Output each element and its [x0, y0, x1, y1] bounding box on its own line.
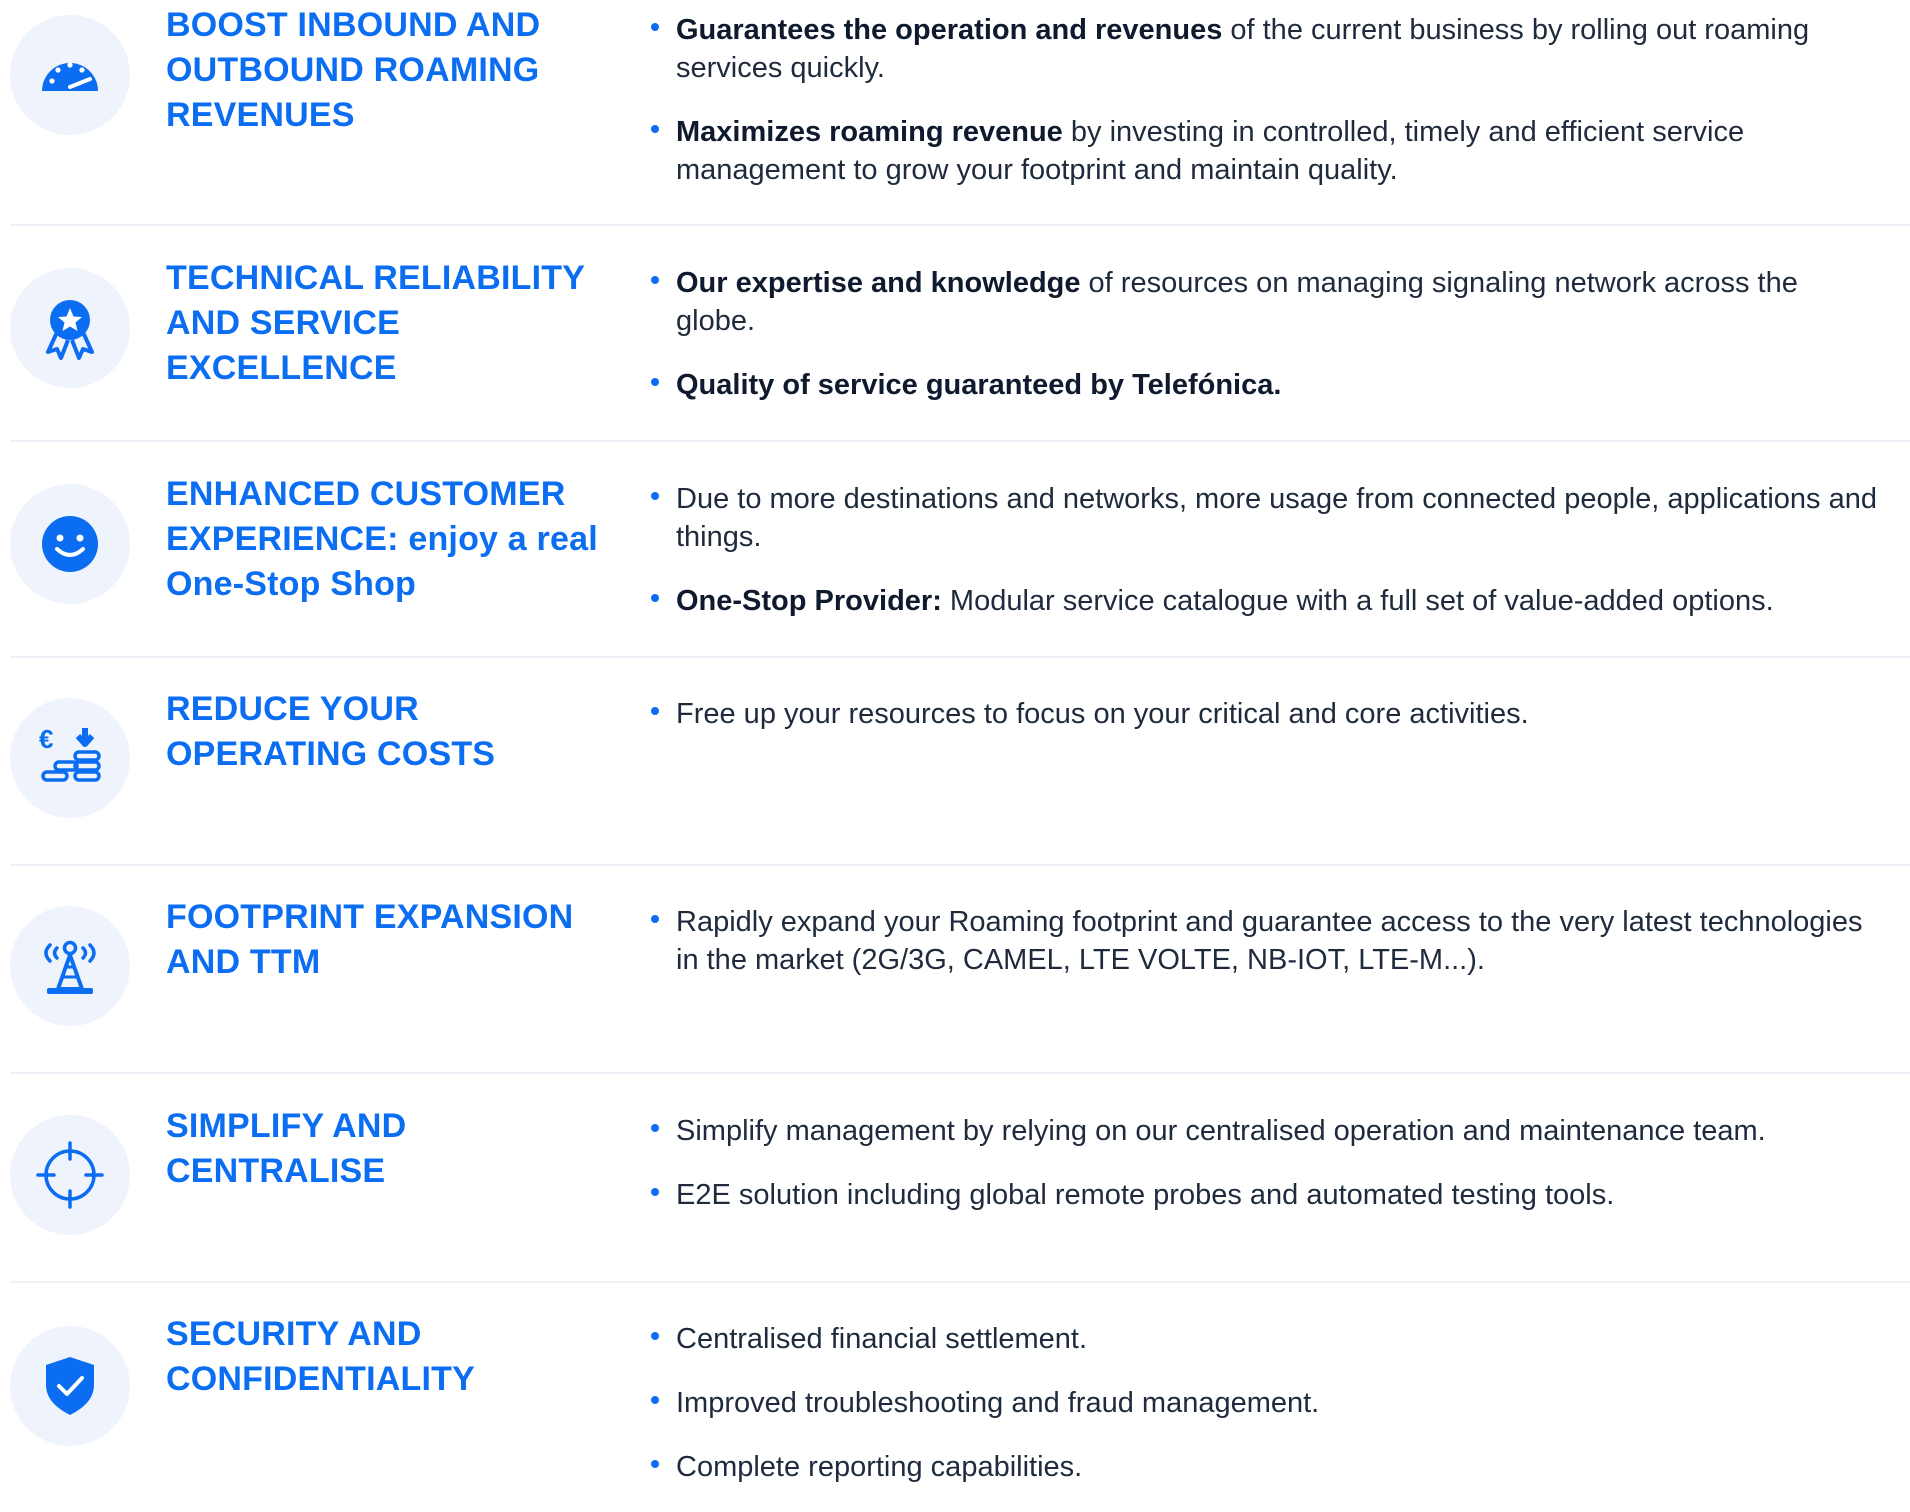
divider	[10, 864, 1910, 866]
list-item: Free up your resources to focus on your …	[650, 695, 1880, 733]
benefit-points: Simplify management by relying on our ce…	[650, 1112, 1880, 1240]
list-item: E2E solution including global remote pro…	[650, 1176, 1880, 1214]
euro-coins-down-icon: €	[10, 698, 130, 818]
list-item: Rapidly expand your Roaming footprint an…	[650, 903, 1880, 979]
benefit-title: BOOST INBOUND AND OUTBOUND ROAMING REVEN…	[166, 6, 541, 134]
crosshair-target-icon	[10, 1115, 130, 1235]
benefit-points: Free up your resources to focus on your …	[650, 695, 1880, 759]
list-item: Complete reporting capabilities.	[650, 1448, 1880, 1486]
benefit-title: SECURITY AND CONFIDENTIALITY	[166, 1315, 475, 1398]
benefit-points: Our expertise and knowledge of resources…	[650, 264, 1880, 430]
antenna-tower-icon	[10, 906, 130, 1026]
svg-text:€: €	[39, 726, 53, 754]
divider	[10, 440, 1910, 442]
benefit-points: Guarantees the operation and revenues of…	[650, 11, 1880, 215]
divider	[10, 224, 1910, 226]
benefit-title: TECHNICAL RELIABILITY AND SERVICE EXCELL…	[166, 259, 585, 387]
benefit-points: Rapidly expand your Roaming footprint an…	[650, 903, 1880, 1005]
list-item: Guarantees the operation and revenues of…	[650, 11, 1880, 87]
smiley-face-icon	[10, 484, 130, 604]
benefit-title: REDUCE YOUR OPERATING COSTS	[166, 690, 496, 773]
list-item: Improved troubleshooting and fraud manag…	[650, 1384, 1880, 1422]
list-item: One-Stop Provider: Modular service catal…	[650, 582, 1880, 620]
shield-check-icon	[10, 1326, 130, 1446]
divider	[10, 1072, 1910, 1074]
divider	[10, 1281, 1910, 1283]
benefit-title: FOOTPRINT EXPANSION AND TTM	[166, 898, 574, 981]
award-badge-icon	[10, 268, 130, 388]
benefit-title: ENHANCED CUSTOMER EXPERIENCE: enjoy a re…	[166, 475, 598, 603]
benefit-points: Centralised financial settlement. Improv…	[650, 1320, 1880, 1512]
list-item: Our expertise and knowledge of resources…	[650, 264, 1880, 340]
divider	[10, 656, 1910, 658]
list-item: Quality of service guaranteed by Telefón…	[650, 366, 1880, 404]
list-item: Due to more destinations and networks, m…	[650, 480, 1880, 556]
list-item: Simplify management by relying on our ce…	[650, 1112, 1880, 1150]
speedometer-icon	[10, 15, 130, 135]
list-item: Centralised financial settlement.	[650, 1320, 1880, 1358]
benefit-points: Due to more destinations and networks, m…	[650, 480, 1880, 646]
list-item: Maximizes roaming revenue by investing i…	[650, 113, 1880, 189]
benefit-title: SIMPLIFY AND CENTRALISE	[166, 1107, 407, 1190]
